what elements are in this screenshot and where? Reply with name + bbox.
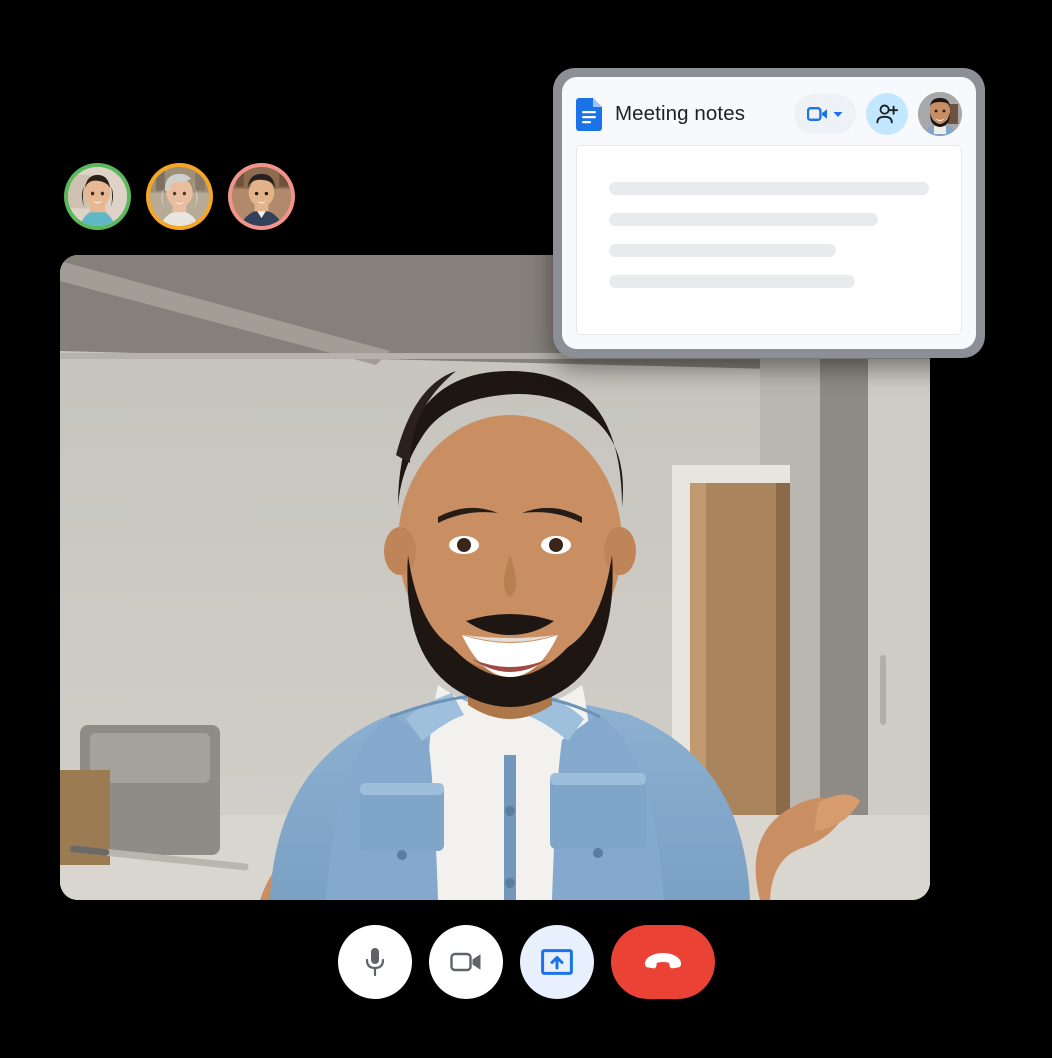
document-placeholder-line: [609, 244, 837, 257]
microphone-icon: [365, 948, 384, 977]
call-controls-bar: [0, 925, 1052, 999]
google-docs-icon: [576, 97, 602, 131]
toggle-camera-button[interactable]: [428, 925, 503, 999]
document-placeholder-line: [609, 213, 878, 226]
person-add-icon: [876, 104, 898, 124]
join-video-dropdown-button[interactable]: [794, 94, 856, 134]
present-screen-icon: [540, 949, 573, 975]
chevron-down-icon: [833, 111, 843, 117]
avatar-art-1: [68, 167, 127, 226]
avatar-image-3: [232, 167, 291, 226]
add-people-button[interactable]: [866, 93, 908, 135]
toggle-microphone-button[interactable]: [337, 925, 412, 999]
video-camera-icon: [807, 107, 827, 121]
end-call-button[interactable]: [610, 925, 715, 999]
document-placeholder-line: [609, 182, 929, 195]
meeting-notes-header: Meeting notes: [576, 89, 962, 139]
present-screen-button[interactable]: [519, 925, 594, 999]
participant-avatar-2[interactable]: [146, 163, 213, 230]
page-title: Meeting notes: [615, 102, 746, 125]
meet-illustration-canvas: Meeting notes: [0, 0, 1052, 1058]
notes-header-actions: [794, 92, 962, 136]
participant-avatar-3[interactable]: [228, 163, 295, 230]
document-placeholder-line: [609, 275, 856, 288]
avatar-image-1: [68, 167, 127, 226]
avatar-art-2: [150, 167, 209, 226]
meeting-notes-window[interactable]: Meeting notes: [553, 68, 985, 358]
video-camera-icon: [449, 952, 480, 972]
phone-hangup-icon: [644, 953, 681, 969]
account-avatar[interactable]: [918, 92, 962, 136]
avatar-image-2: [150, 167, 209, 226]
participant-avatar-strip: [64, 163, 295, 230]
notes-document-body[interactable]: [576, 145, 962, 335]
meeting-notes-surface: Meeting notes: [562, 77, 976, 349]
avatar-art-3: [232, 167, 291, 226]
participant-avatar-1[interactable]: [64, 163, 131, 230]
avatar: [918, 92, 962, 136]
